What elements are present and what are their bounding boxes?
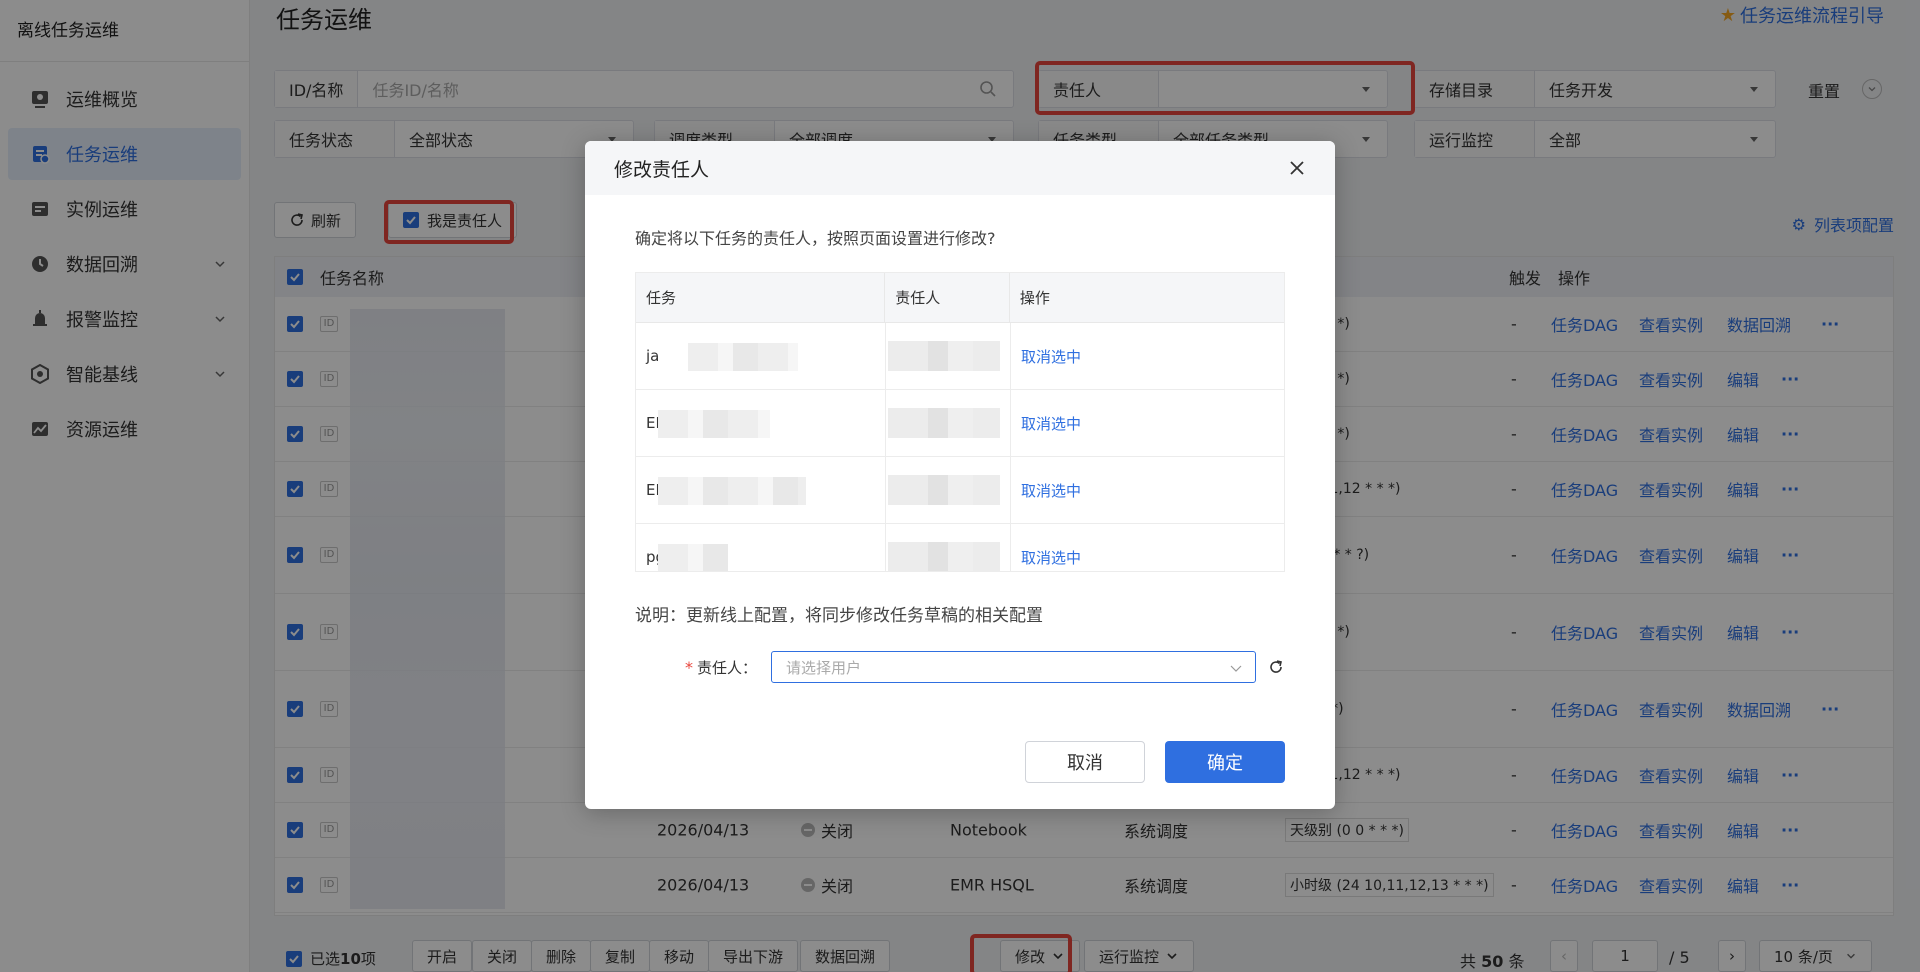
redacted-task-name <box>658 410 770 438</box>
owner-label: 责任人： <box>697 658 758 677</box>
confirm-button[interactable]: 确定 <box>1165 741 1285 783</box>
cancel-button[interactable]: 取消 <box>1025 741 1145 783</box>
dialog-task-cell: ja <box>636 323 886 389</box>
dialog-header: 修改责任人 <box>585 141 1335 195</box>
redacted-owner <box>888 542 1000 571</box>
dialog-owner-cell <box>886 457 1011 523</box>
header-owner: 责任人 <box>885 273 1010 322</box>
dialog-title: 修改责任人 <box>614 158 710 181</box>
dialog-note: 说明：更新线上配置，将同步修改任务草稿的相关配置 <box>635 606 1043 626</box>
dialog-task-row: pg 取消选中 <box>636 524 1284 571</box>
header-task: 任务 <box>636 273 886 322</box>
dialog-owner-cell <box>886 524 1011 571</box>
redacted-owner <box>888 475 1000 505</box>
header-op: 操作 <box>1019 289 1050 307</box>
owner-user-select[interactable]: 请选择用户 <box>771 651 1257 683</box>
refresh-icon[interactable] <box>1268 659 1284 675</box>
owner-select-placeholder: 请选择用户 <box>786 658 862 677</box>
redacted-task-name <box>658 477 806 505</box>
dialog-task-row: EN 取消选中 <box>636 457 1284 524</box>
dialog-task-cell: pg <box>636 524 886 571</box>
dialog-task-table: 任务 责任人 操作 ja 取消选中 EN 取消选中 EN 取消选中 pg 取消选中 <box>635 272 1285 572</box>
redacted-owner <box>888 341 1000 371</box>
redacted-task-name <box>688 343 798 371</box>
redacted-task-name <box>658 544 728 571</box>
dialog-table-header: 任务 责任人 操作 <box>636 273 1284 323</box>
dialog-task-row: EN 取消选中 <box>636 390 1284 457</box>
close-icon[interactable] <box>1287 158 1307 178</box>
dialog-description: 确定将以下任务的责任人，按照页面设置进行修改? <box>635 229 996 248</box>
redacted-owner <box>888 408 1000 438</box>
chevron-down-icon <box>1230 665 1242 672</box>
owner-form-row: * 责任人： 请选择用户 <box>685 651 1284 683</box>
dialog-task-cell: EN <box>636 390 886 456</box>
task-name-prefix: ja <box>646 347 660 365</box>
dialog-task-cell: EN <box>636 457 886 523</box>
dialog-task-row: ja 取消选中 <box>636 323 1284 390</box>
deselect-link[interactable]: 取消选中 <box>1011 457 1276 523</box>
deselect-link[interactable]: 取消选中 <box>1011 524 1276 571</box>
deselect-link[interactable]: 取消选中 <box>1011 323 1276 389</box>
dialog-owner-cell <box>886 323 1011 389</box>
deselect-link[interactable]: 取消选中 <box>1011 390 1276 456</box>
dialog-owner-cell <box>886 390 1011 456</box>
modify-owner-dialog: 修改责任人 确定将以下任务的责任人，按照页面设置进行修改? 任务 责任人 操作 … <box>585 141 1335 809</box>
required-mark: * <box>685 657 693 677</box>
